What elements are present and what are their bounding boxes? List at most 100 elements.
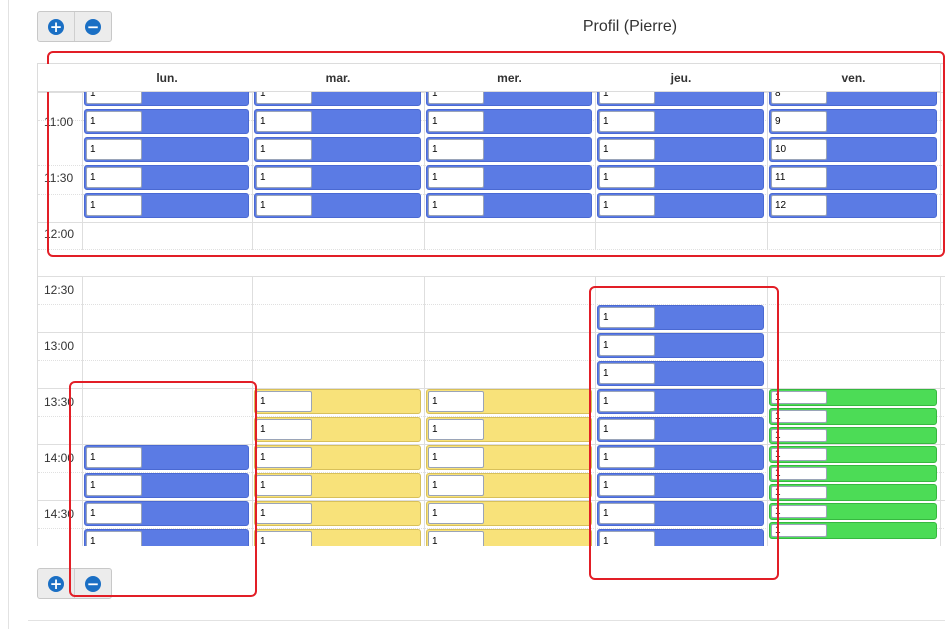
event-value-field[interactable]: 1 (599, 111, 655, 132)
event-value-field[interactable]: 1 (256, 111, 312, 132)
event-value-field[interactable]: 1 (256, 531, 312, 546)
event-block[interactable]: 1 (254, 165, 421, 190)
event-block[interactable]: 1 (254, 137, 421, 162)
event-block[interactable]: 1 (597, 305, 764, 330)
event-block[interactable]: 1 (597, 445, 764, 470)
event-block[interactable]: 1 (84, 445, 249, 470)
event-value-field[interactable]: 1 (86, 447, 142, 468)
event-block[interactable]: 1 (597, 529, 764, 546)
event-block[interactable]: 1 (597, 137, 764, 162)
event-block[interactable]: 1 (426, 193, 592, 218)
event-value-field[interactable]: 1 (599, 195, 655, 216)
event-value-field[interactable]: 1 (428, 531, 484, 546)
event-block[interactable]: 1 (426, 417, 592, 442)
event-value-field[interactable]: 1 (771, 486, 827, 499)
event-value-field[interactable]: 1 (599, 475, 655, 496)
event-block[interactable]: 1 (769, 503, 937, 520)
event-block[interactable]: 1 (84, 193, 249, 218)
event-value-field[interactable]: 1 (599, 167, 655, 188)
event-value-field[interactable]: 11 (771, 167, 827, 188)
event-block[interactable]: 1 (426, 389, 592, 414)
event-block[interactable]: 1 (254, 445, 421, 470)
event-value-field[interactable]: 1 (599, 335, 655, 356)
event-value-field[interactable]: 1 (256, 167, 312, 188)
event-value-field[interactable]: 1 (428, 139, 484, 160)
event-value-field[interactable]: 1 (86, 167, 142, 188)
event-value-field[interactable]: 1 (428, 195, 484, 216)
event-block[interactable]: 1 (769, 522, 937, 539)
event-value-field[interactable]: 1 (428, 167, 484, 188)
event-block[interactable]: 1 (426, 529, 592, 546)
event-block[interactable]: 1 (597, 417, 764, 442)
event-value-field[interactable]: 1 (256, 139, 312, 160)
zoom-out-button[interactable]: − (74, 12, 111, 41)
event-block[interactable]: 1 (84, 529, 249, 546)
event-block[interactable]: 1 (426, 445, 592, 470)
event-value-field[interactable]: 1 (771, 505, 827, 518)
event-block[interactable]: 12 (769, 193, 937, 218)
zoom-in-button[interactable]: + (38, 569, 74, 598)
event-block[interactable]: 1 (84, 165, 249, 190)
event-value-field[interactable]: 1 (86, 531, 142, 546)
event-block[interactable]: 1 (254, 193, 421, 218)
event-value-field[interactable]: 1 (599, 447, 655, 468)
event-value-field[interactable]: 1 (771, 467, 827, 480)
event-block[interactable]: 1 (426, 137, 592, 162)
event-value-field[interactable]: 1 (599, 531, 655, 546)
event-block[interactable]: 1 (84, 473, 249, 498)
event-block[interactable]: 1 (769, 465, 937, 482)
zoom-in-button[interactable]: + (38, 12, 74, 41)
event-value-field[interactable]: 1 (771, 391, 827, 404)
event-block[interactable]: 10 (769, 137, 937, 162)
event-value-field[interactable]: 1 (428, 391, 484, 412)
event-value-field[interactable]: 12 (771, 195, 827, 216)
event-value-field[interactable]: 1 (86, 139, 142, 160)
event-block[interactable]: 1 (254, 109, 421, 134)
event-value-field[interactable]: 1 (86, 503, 142, 524)
event-block[interactable]: 1 (769, 427, 937, 444)
event-block[interactable]: 1 (254, 389, 421, 414)
event-block[interactable]: 1 (254, 529, 421, 546)
event-value-field[interactable]: 1 (771, 410, 827, 423)
event-value-field[interactable]: 1 (771, 524, 827, 537)
event-block[interactable]: 1 (597, 361, 764, 386)
event-block[interactable]: 1 (769, 484, 937, 501)
event-value-field[interactable]: 1 (428, 419, 484, 440)
event-block[interactable]: 1 (426, 473, 592, 498)
event-value-field[interactable]: 1 (599, 307, 655, 328)
event-value-field[interactable]: 1 (428, 503, 484, 524)
event-block[interactable]: 1 (597, 193, 764, 218)
zoom-out-button[interactable]: − (74, 569, 111, 598)
event-block[interactable]: 1 (426, 109, 592, 134)
event-block[interactable]: 1 (426, 165, 592, 190)
event-value-field[interactable]: 9 (771, 111, 827, 132)
event-value-field[interactable]: 1 (771, 448, 827, 461)
event-value-field[interactable]: 1 (256, 475, 312, 496)
event-block[interactable]: 1 (597, 333, 764, 358)
event-value-field[interactable]: 1 (86, 111, 142, 132)
event-value-field[interactable]: 1 (771, 429, 827, 442)
event-value-field[interactable]: 1 (599, 139, 655, 160)
event-block[interactable]: 1 (769, 408, 937, 425)
event-block[interactable]: 11 (769, 165, 937, 190)
event-block[interactable]: 9 (769, 109, 937, 134)
event-block[interactable]: 1 (84, 501, 249, 526)
event-block[interactable]: 1 (769, 389, 937, 406)
event-value-field[interactable]: 1 (428, 111, 484, 132)
event-block[interactable]: 1 (254, 417, 421, 442)
event-block[interactable]: 1 (84, 137, 249, 162)
event-value-field[interactable]: 10 (771, 139, 827, 160)
event-value-field[interactable]: 1 (86, 475, 142, 496)
event-block[interactable]: 1 (84, 109, 249, 134)
event-value-field[interactable]: 1 (86, 195, 142, 216)
event-value-field[interactable]: 1 (256, 447, 312, 468)
event-block[interactable]: 1 (597, 473, 764, 498)
event-value-field[interactable]: 1 (256, 419, 312, 440)
event-block[interactable]: 1 (254, 501, 421, 526)
event-value-field[interactable]: 1 (599, 419, 655, 440)
event-value-field[interactable]: 1 (256, 195, 312, 216)
event-value-field[interactable]: 1 (599, 391, 655, 412)
event-block[interactable]: 1 (597, 389, 764, 414)
event-block[interactable]: 1 (426, 501, 592, 526)
event-value-field[interactable]: 1 (599, 503, 655, 524)
